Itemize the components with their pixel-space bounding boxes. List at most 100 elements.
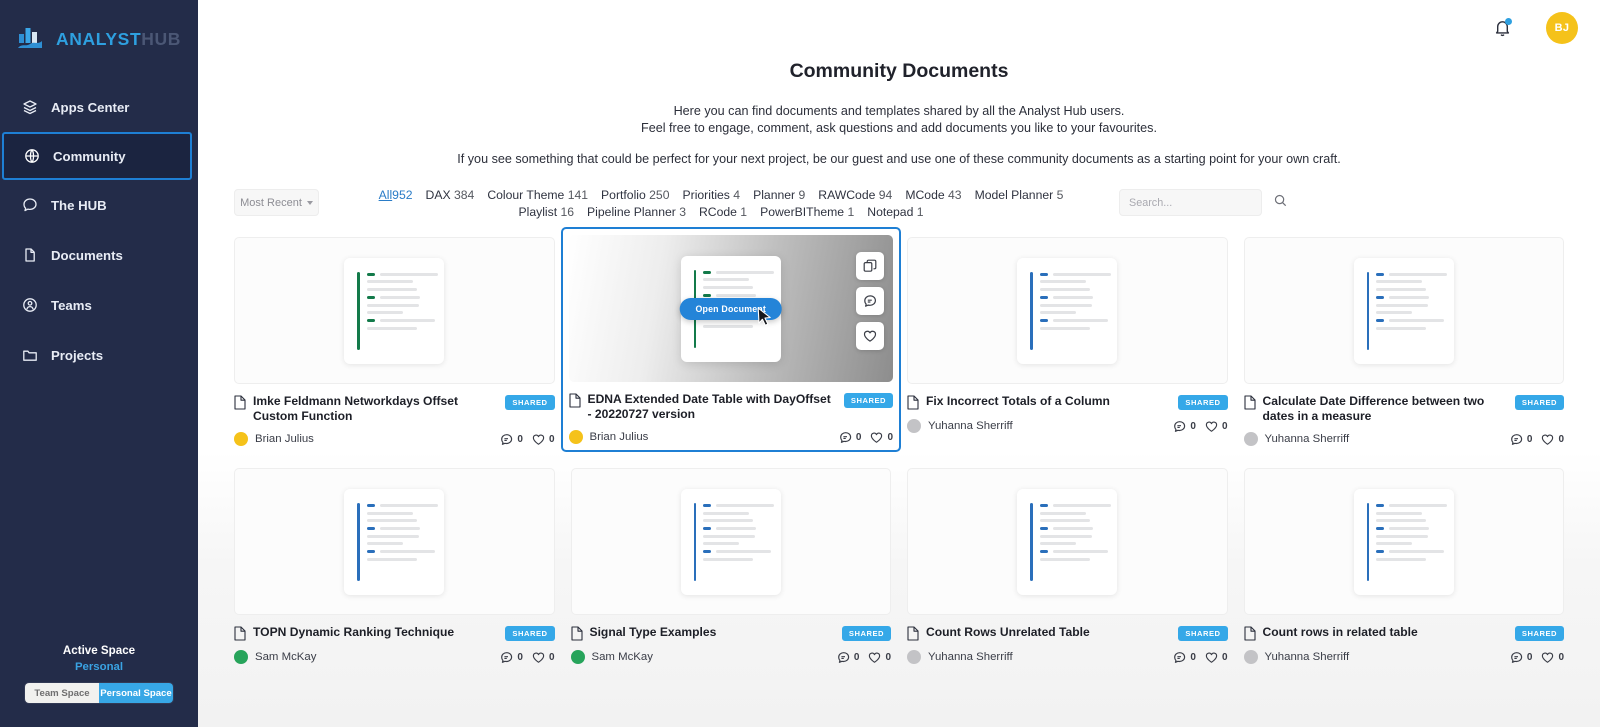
like-count[interactable]: 0: [1541, 651, 1564, 664]
document-card[interactable]: Open Document EDNA Extended Date Table wi…: [560, 226, 901, 453]
thumbnail-line: [703, 542, 740, 546]
heart-icon: [532, 651, 545, 664]
card-thumbnail-area[interactable]: [234, 237, 555, 384]
comment-count[interactable]: 0: [1510, 433, 1532, 446]
card-author[interactable]: Brian Julius: [568, 430, 839, 445]
comment-count[interactable]: 0: [500, 651, 523, 664]
card-title[interactable]: Imke Feldmann Networkdays Offset Custom …: [253, 394, 498, 423]
card-thumbnail-area[interactable]: [907, 237, 1228, 384]
card-author[interactable]: Sam McKay: [570, 650, 837, 665]
like-count[interactable]: 0: [1541, 433, 1564, 446]
comment-count[interactable]: 0: [837, 651, 859, 664]
open-document-button[interactable]: Open Document: [679, 297, 783, 320]
comment-button[interactable]: [856, 287, 884, 315]
thumbnail-line: [1039, 503, 1111, 508]
tag-filter[interactable]: RAWCode 94: [818, 188, 892, 202]
comment-count[interactable]: 0: [1510, 651, 1532, 664]
sidebar-item-apps-center[interactable]: Apps Center: [0, 82, 198, 132]
card-author[interactable]: Sam McKay: [234, 650, 500, 665]
card-thumbnail-area[interactable]: [1243, 237, 1564, 384]
document-card[interactable]: Count Rows Unrelated Table SHARED Yuhanna …: [907, 468, 1228, 665]
like-count[interactable]: 0: [1205, 420, 1228, 433]
sidebar-item-teams[interactable]: Teams: [0, 280, 198, 330]
author-name: Yuhanna Sherriff: [1264, 651, 1350, 664]
thumbnail-line: [703, 511, 750, 515]
space-toggle[interactable]: Team Space Personal Space: [25, 683, 173, 703]
tag-filter[interactable]: MCode 43: [905, 188, 961, 202]
sidebar-item-the-hub[interactable]: The HUB: [0, 180, 198, 230]
tag-filter[interactable]: Model Planner 5: [975, 188, 1064, 202]
comment-count[interactable]: 0: [1173, 420, 1196, 433]
tag-filter[interactable]: Pipeline Planner 3: [587, 205, 686, 219]
favourite-button[interactable]: [856, 322, 884, 350]
page-title: Community Documents: [789, 60, 1009, 82]
tag-filter[interactable]: PowerBITheme 1: [760, 205, 854, 219]
like-count[interactable]: 0: [1205, 651, 1228, 664]
sidebar-item-projects[interactable]: Projects: [0, 330, 198, 380]
card-title[interactable]: EDNA Extended Date Table with DayOffset …: [588, 392, 837, 421]
document-card[interactable]: Imke Feldmann Networkdays Offset Custom …: [234, 237, 555, 450]
thumbnail-line: [703, 526, 774, 531]
card-author[interactable]: Yuhanna Sherriff: [1243, 432, 1510, 447]
stat-value: 0: [517, 651, 523, 663]
notifications-button[interactable]: [1491, 17, 1513, 39]
document-card[interactable]: Calculate Date Difference between two da…: [1243, 237, 1564, 450]
thumbnail-bullet: [366, 526, 375, 531]
document-card[interactable]: Fix Incorrect Totals of a Column SHARED Yu…: [907, 237, 1228, 450]
sidebar-item-documents[interactable]: Documents: [0, 230, 198, 280]
tag-filter[interactable]: DAX 384: [426, 188, 475, 202]
user-avatar[interactable]: BJ: [1546, 12, 1578, 44]
comment-count[interactable]: 0: [500, 433, 523, 446]
card-thumbnail-area[interactable]: [570, 468, 891, 616]
app-logo[interactable]: ANALYSTHUB: [0, 0, 198, 60]
tag-filter[interactable]: Playlist 16: [518, 205, 574, 219]
card-title[interactable]: Signal Type Examples: [590, 625, 835, 640]
comment-count[interactable]: 0: [1173, 651, 1196, 664]
like-count[interactable]: 0: [532, 433, 555, 446]
thumbnail-bullet: [366, 295, 375, 300]
card-thumbnail-area[interactable]: Open Document: [568, 235, 893, 382]
like-count[interactable]: 0: [870, 431, 893, 444]
card-thumbnail-area[interactable]: [1243, 468, 1564, 616]
tag-filter[interactable]: Priorities 4: [683, 188, 741, 202]
tag-filter[interactable]: Colour Theme 141: [487, 188, 588, 202]
card-footer: Brian Julius 0 0: [234, 432, 555, 447]
personal-space-option[interactable]: Personal Space: [99, 683, 173, 703]
sort-dropdown[interactable]: Most Recent: [234, 189, 319, 216]
tag-filter[interactable]: Planner 9: [753, 188, 805, 202]
card-title[interactable]: Calculate Date Difference between two da…: [1263, 394, 1508, 423]
tag-filter[interactable]: Portfolio 250: [601, 188, 669, 202]
comment-count[interactable]: 0: [839, 431, 861, 444]
thumbnail-line: [703, 558, 754, 562]
like-count[interactable]: 0: [868, 651, 891, 664]
author-name: Yuhanna Sherriff: [1264, 433, 1350, 446]
tag-filter[interactable]: All 952: [379, 188, 413, 202]
card-author[interactable]: Brian Julius: [234, 432, 500, 447]
card-thumbnail-area[interactable]: [907, 468, 1228, 616]
card-title[interactable]: Fix Incorrect Totals of a Column: [926, 394, 1171, 409]
card-author[interactable]: Yuhanna Sherriff: [907, 650, 1173, 665]
thumbnail-line: [1376, 503, 1448, 508]
search-box[interactable]: [1119, 189, 1287, 216]
card-author[interactable]: Yuhanna Sherriff: [1243, 650, 1510, 665]
thumbnail-line-text: [379, 550, 435, 554]
thumbnail-bullet: [1376, 295, 1385, 300]
thumbnail-lines: [696, 503, 775, 595]
tag-filter[interactable]: RCode 1: [699, 205, 747, 219]
card-author[interactable]: Yuhanna Sherriff: [907, 419, 1173, 433]
thumbnail-line: [1376, 326, 1427, 330]
tag-filter[interactable]: Notepad 1: [867, 205, 923, 219]
sidebar-item-community[interactable]: Community: [2, 132, 192, 180]
duplicate-button[interactable]: [856, 252, 884, 280]
search-input[interactable]: [1129, 196, 1268, 209]
card-title[interactable]: TOPN Dynamic Ranking Technique: [253, 625, 498, 640]
document-card[interactable]: Signal Type Examples SHARED Sam McKay 0 0: [570, 468, 891, 665]
globe-icon: [23, 148, 40, 165]
card-thumbnail-area[interactable]: [234, 468, 555, 616]
card-title[interactable]: Count rows in related table: [1263, 625, 1508, 640]
team-space-option[interactable]: Team Space: [25, 683, 99, 703]
like-count[interactable]: 0: [532, 651, 555, 664]
document-card[interactable]: TOPN Dynamic Ranking Technique SHARED Sam …: [234, 468, 555, 665]
document-card[interactable]: Count rows in related table SHARED Yuhanna…: [1243, 468, 1564, 665]
card-title[interactable]: Count Rows Unrelated Table: [926, 625, 1171, 640]
